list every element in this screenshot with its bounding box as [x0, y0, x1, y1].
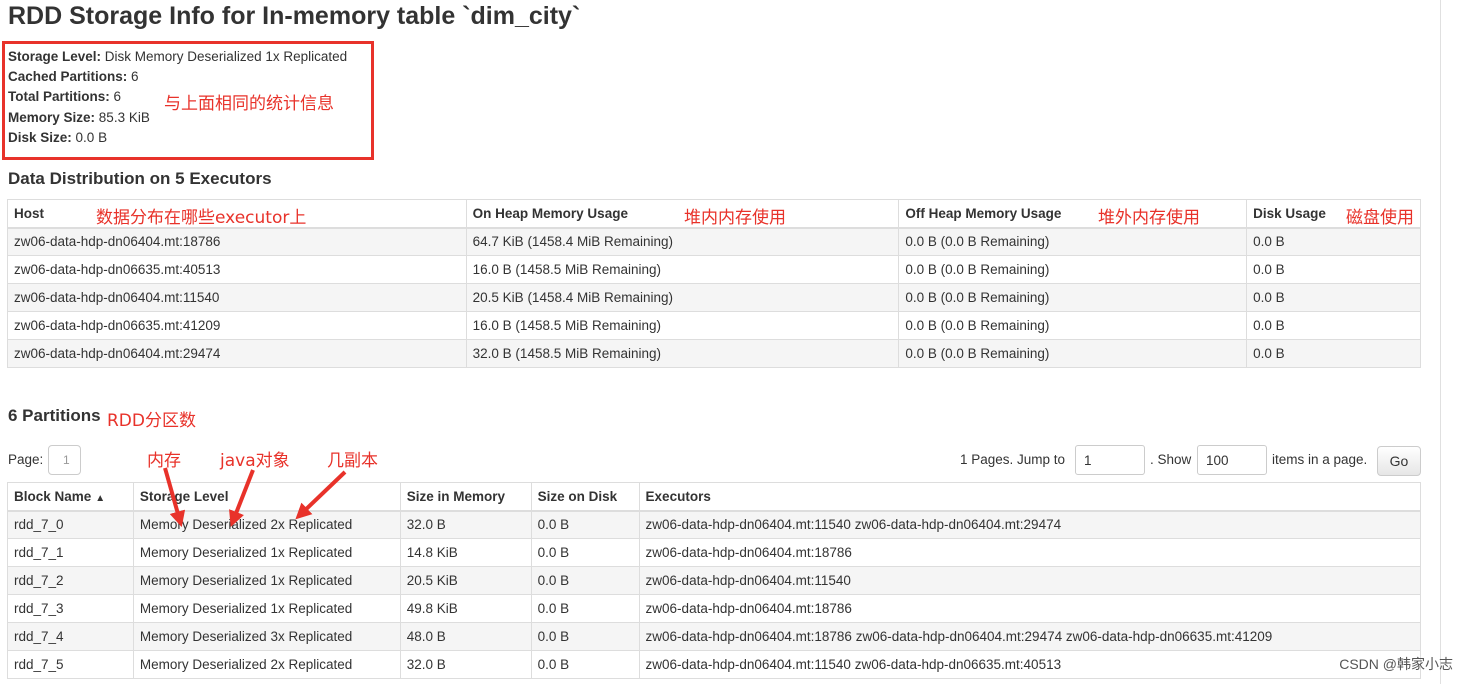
table-row: zw06-data-hdp-dn06635.mt:41209 16.0 B (1…	[7, 311, 1421, 340]
storage-level-cell: Memory Deserialized 2x Replicated	[132, 510, 401, 539]
column-header-size-on-disk[interactable]: Size on Disk	[530, 482, 640, 512]
size-on-disk-cell: 0.0 B	[530, 538, 640, 567]
column-header-executors[interactable]: Executors	[638, 482, 1422, 512]
off-heap-cell: 0.0 B (0.0 B Remaining)	[898, 227, 1248, 256]
off-heap-cell: 0.0 B (0.0 B Remaining)	[898, 283, 1248, 312]
partitions-table: Block Name ▲ Storage Level Size in Memory…	[7, 482, 1422, 679]
annotation-host: 数据分布在哪些executor上	[96, 208, 307, 228]
executors-cell: zw06-data-hdp-dn06404.mt:18786	[638, 594, 1422, 623]
table-row: zw06-data-hdp-dn06404.mt:18786 64.7 KiB …	[7, 227, 1421, 256]
storage-level-cell: Memory Deserialized 2x Replicated	[132, 650, 401, 679]
table-row: rdd_7_3 Memory Deserialized 1x Replicate…	[7, 594, 1422, 623]
host-cell: zw06-data-hdp-dn06635.mt:40513	[7, 255, 467, 284]
pages-jump-text: 1 Pages. Jump to	[960, 452, 1066, 467]
disk-usage-cell: 0.0 B	[1246, 255, 1421, 284]
show-text: . Show	[1150, 452, 1192, 467]
annotation-off-heap: 堆外内存使用	[1098, 208, 1200, 228]
annotation-partitions: RDD分区数	[107, 411, 196, 431]
executors-cell: zw06-data-hdp-dn06404.mt:11540 zw06-data…	[638, 510, 1422, 539]
summary-disk-size: Disk Size: 0.0 B	[8, 129, 108, 145]
table-row: zw06-data-hdp-dn06404.mt:29474 32.0 B (1…	[7, 339, 1421, 368]
size-on-disk-cell: 0.0 B	[530, 622, 640, 651]
storage-level-cell: Memory Deserialized 3x Replicated	[132, 622, 401, 651]
annotation-replicas: 几副本	[327, 451, 378, 471]
table-row: rdd_7_0 Memory Deserialized 2x Replicate…	[7, 510, 1422, 539]
size-on-disk-cell: 0.0 B	[530, 650, 640, 679]
jump-page-input[interactable]: 1	[1075, 445, 1145, 475]
table-row: rdd_7_5 Memory Deserialized 2x Replicate…	[7, 650, 1422, 679]
column-header-block-name[interactable]: Block Name ▲	[7, 482, 134, 512]
block-name-cell: rdd_7_2	[7, 566, 134, 595]
size-in-memory-cell: 48.0 B	[399, 622, 532, 651]
summary-cached-partitions: Cached Partitions: 6	[8, 69, 139, 85]
size-in-memory-cell: 14.8 KiB	[399, 538, 532, 567]
page-right-edge	[1440, 0, 1469, 684]
column-header-storage-level[interactable]: Storage Level	[132, 482, 401, 512]
table-row: zw06-data-hdp-dn06404.mt:11540 20.5 KiB …	[7, 283, 1421, 312]
storage-level-cell: Memory Deserialized 1x Replicated	[132, 566, 401, 595]
annotation-memory: 内存	[147, 451, 181, 471]
executors-cell: zw06-data-hdp-dn06404.mt:11540	[638, 566, 1422, 595]
annotation-on-heap: 堆内内存使用	[684, 208, 786, 228]
host-cell: zw06-data-hdp-dn06404.mt:11540	[7, 283, 467, 312]
table-row: rdd_7_1 Memory Deserialized 1x Replicate…	[7, 538, 1422, 567]
on-heap-cell: 20.5 KiB (1458.4 MiB Remaining)	[465, 283, 900, 312]
annotation-disk: 磁盘使用	[1346, 208, 1414, 228]
block-name-cell: rdd_7_1	[7, 538, 134, 567]
disk-usage-cell: 0.0 B	[1246, 311, 1421, 340]
go-button[interactable]: Go	[1377, 446, 1421, 476]
size-in-memory-cell: 32.0 B	[399, 650, 532, 679]
table-row: zw06-data-hdp-dn06635.mt:40513 16.0 B (1…	[7, 255, 1421, 284]
host-cell: zw06-data-hdp-dn06635.mt:41209	[7, 311, 467, 340]
executors-cell: zw06-data-hdp-dn06404.mt:18786	[638, 538, 1422, 567]
size-in-memory-cell: 20.5 KiB	[399, 566, 532, 595]
disk-usage-cell: 0.0 B	[1246, 339, 1421, 368]
distribution-title: Data Distribution on 5 Executors	[8, 169, 272, 188]
disk-usage-cell: 0.0 B	[1246, 227, 1421, 256]
page-label: Page:	[8, 452, 44, 467]
on-heap-cell: 16.0 B (1458.5 MiB Remaining)	[465, 311, 900, 340]
disk-usage-cell: 0.0 B	[1246, 283, 1421, 312]
storage-level-cell: Memory Deserialized 1x Replicated	[132, 538, 401, 567]
column-header-size-in-memory[interactable]: Size in Memory	[399, 482, 532, 512]
size-on-disk-cell: 0.0 B	[530, 594, 640, 623]
page-title: RDD Storage Info for In-memory table `di…	[8, 2, 581, 30]
column-header-on-heap[interactable]: On Heap Memory Usage	[465, 199, 900, 229]
off-heap-cell: 0.0 B (0.0 B Remaining)	[898, 311, 1248, 340]
summary-storage-level: Storage Level: Disk Memory Deserialized …	[8, 49, 348, 64]
partitions-title: 6 Partitions	[8, 406, 101, 425]
annotation-java-object: java对象	[220, 451, 290, 471]
on-heap-cell: 16.0 B (1458.5 MiB Remaining)	[465, 255, 900, 284]
table-row: rdd_7_2 Memory Deserialized 1x Replicate…	[7, 566, 1422, 595]
off-heap-cell: 0.0 B (0.0 B Remaining)	[898, 339, 1248, 368]
storage-level-cell: Memory Deserialized 1x Replicated	[132, 594, 401, 623]
size-on-disk-cell: 0.0 B	[530, 566, 640, 595]
block-name-cell: rdd_7_5	[7, 650, 134, 679]
on-heap-cell: 64.7 KiB (1458.4 MiB Remaining)	[465, 227, 900, 256]
block-name-cell: rdd_7_4	[7, 622, 134, 651]
sort-ascending-icon: ▲	[95, 492, 106, 504]
size-on-disk-cell: 0.0 B	[530, 510, 640, 539]
block-name-cell: rdd_7_0	[7, 510, 134, 539]
page-number-link[interactable]: 1	[48, 445, 81, 475]
table-row: rdd_7_4 Memory Deserialized 3x Replicate…	[7, 622, 1422, 651]
on-heap-cell: 32.0 B (1458.5 MiB Remaining)	[465, 339, 900, 368]
page-size-input[interactable]: 100	[1197, 445, 1267, 475]
watermark: CSDN @韩家小志	[1339, 656, 1453, 672]
off-heap-cell: 0.0 B (0.0 B Remaining)	[898, 255, 1248, 284]
annotation-summary: 与上面相同的统计信息	[164, 94, 334, 114]
partitions-header-row: Block Name ▲ Storage Level Size in Memory…	[7, 482, 1422, 512]
size-in-memory-cell: 32.0 B	[399, 510, 532, 539]
items-per-page-text: items in a page.	[1272, 452, 1368, 467]
executors-cell: zw06-data-hdp-dn06404.mt:18786 zw06-data…	[638, 622, 1422, 651]
host-cell: zw06-data-hdp-dn06404.mt:18786	[7, 227, 467, 256]
host-cell: zw06-data-hdp-dn06404.mt:29474	[7, 339, 467, 368]
executors-cell: zw06-data-hdp-dn06404.mt:11540 zw06-data…	[638, 650, 1422, 679]
block-name-cell: rdd_7_3	[7, 594, 134, 623]
size-in-memory-cell: 49.8 KiB	[399, 594, 532, 623]
